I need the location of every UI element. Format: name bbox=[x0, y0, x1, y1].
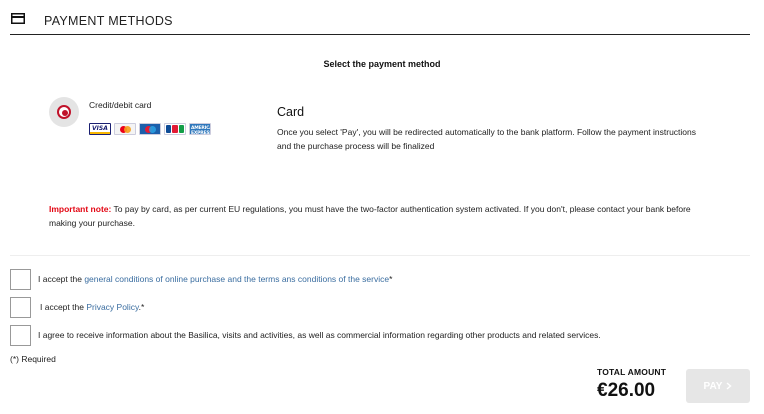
section-subtitle: Select the payment method bbox=[323, 59, 441, 69]
chevron-right-icon bbox=[726, 382, 733, 390]
privacy-consent-text: I accept the Privacy Policy.* bbox=[40, 302, 145, 312]
important-note-label: Important note: bbox=[49, 204, 112, 214]
card-info-title: Card bbox=[277, 105, 305, 119]
marketing-checkbox[interactable] bbox=[10, 325, 31, 346]
required-note: (*) Required bbox=[10, 354, 56, 364]
payment-option-label: Credit/debit card bbox=[89, 100, 152, 110]
marketing-consent-text: I agree to receive information about the… bbox=[38, 330, 601, 340]
mastercard-logo-icon bbox=[114, 123, 136, 135]
credit-card-icon bbox=[11, 13, 25, 24]
card-brand-logos: VISA AMERICAN EXPRESS bbox=[89, 123, 211, 135]
visa-logo-icon: VISA bbox=[89, 123, 111, 135]
radio-ring bbox=[57, 105, 71, 119]
pay-button-label: PAY bbox=[703, 380, 723, 392]
jcb-logo-icon bbox=[164, 123, 186, 135]
maestro-logo-icon bbox=[139, 123, 161, 135]
terms-consent-text: I accept the general conditions of onlin… bbox=[38, 274, 393, 284]
important-note-text: To pay by card, as per current EU regula… bbox=[49, 204, 691, 228]
page-title: PAYMENT METHODS bbox=[44, 14, 173, 28]
terms-link[interactable]: general conditions of online purchase an… bbox=[84, 274, 389, 284]
payment-option-card[interactable]: Credit/debit card VISA AMERICAN EXPRESS bbox=[49, 97, 249, 139]
privacy-checkbox[interactable] bbox=[10, 297, 31, 318]
payment-methods-header: PAYMENT METHODS bbox=[10, 9, 750, 35]
pay-button[interactable]: PAY bbox=[686, 369, 750, 403]
total-amount-label: TOTAL AMOUNT bbox=[597, 367, 667, 377]
terms-checkbox[interactable] bbox=[10, 269, 31, 290]
section-divider bbox=[10, 255, 750, 256]
amex-logo-icon: AMERICAN EXPRESS bbox=[189, 123, 211, 135]
important-note: Important note: To pay by card, as per c… bbox=[49, 202, 709, 230]
card-info-description: Once you select 'Pay', you will be redir… bbox=[277, 127, 697, 151]
total-amount-value: €26.00 bbox=[597, 380, 656, 401]
payment-radio[interactable] bbox=[49, 97, 79, 127]
radio-selected-dot bbox=[62, 110, 68, 116]
privacy-policy-link[interactable]: Privacy Policy bbox=[86, 302, 138, 312]
